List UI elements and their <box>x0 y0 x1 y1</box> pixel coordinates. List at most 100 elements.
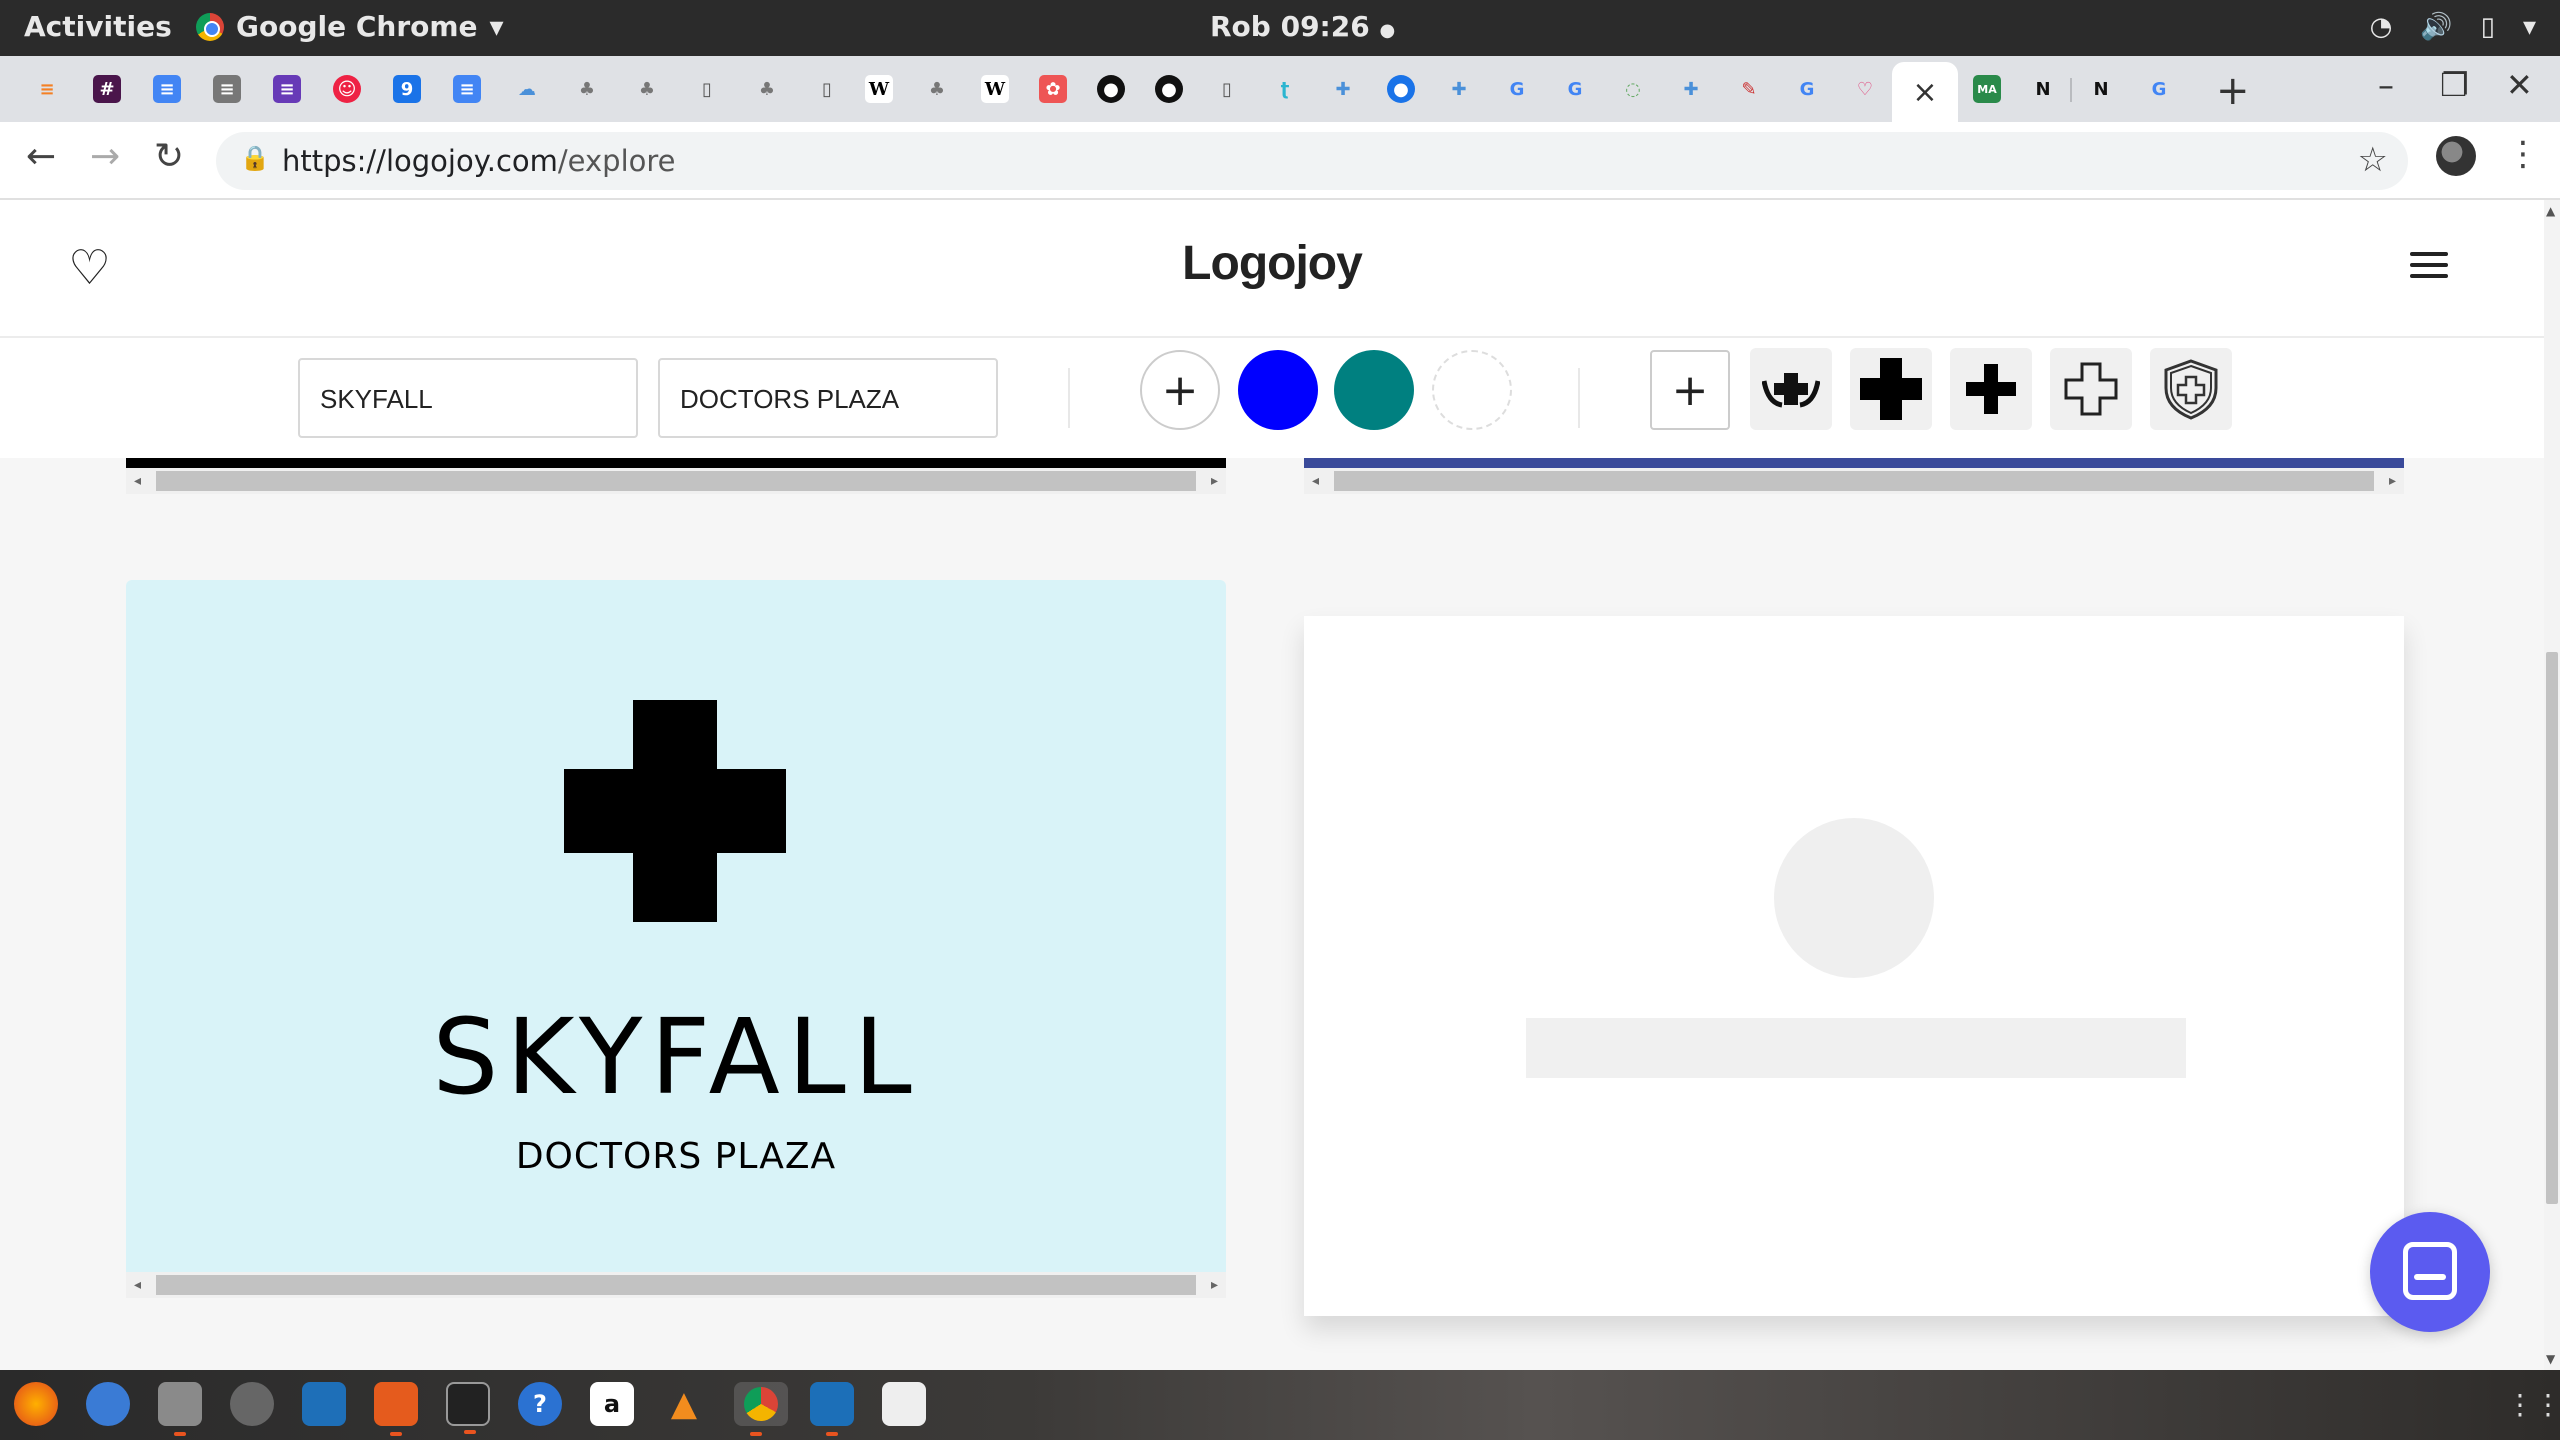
tab-github-1[interactable]: ● <box>1090 68 1132 110</box>
tab-page-1[interactable]: ▯ <box>686 68 728 110</box>
system-tray[interactable]: ◔ 🔊 ▯ ▾ <box>2370 12 2536 42</box>
tab-github-2[interactable]: ● <box>1148 68 1190 110</box>
bookmark-star-icon[interactable]: ☆ <box>2358 140 2388 180</box>
symbol-option-bold-cross[interactable] <box>1850 348 1932 430</box>
app-menu[interactable]: Google Chrome ▾ <box>196 10 504 43</box>
activities-button[interactable]: Activities <box>24 10 172 43</box>
close-tab-icon[interactable]: × <box>1912 75 1937 110</box>
scroll-left-icon[interactable]: ◂ <box>134 468 141 494</box>
tab-notion-2[interactable]: N <box>2080 68 2122 110</box>
card-horizontal-scrollbar[interactable]: ◂ ▸ <box>1304 468 2404 494</box>
close-window-icon[interactable]: ✕ <box>2506 66 2533 104</box>
color-swatch-blue[interactable] <box>1238 350 1318 430</box>
terminal-icon[interactable] <box>446 1382 490 1434</box>
tab-calendar[interactable]: 9 <box>386 68 428 110</box>
thunderbird-icon[interactable] <box>86 1382 130 1426</box>
tab-tplink[interactable]: ʈ <box>1264 68 1306 110</box>
reload-icon[interactable]: ↻ <box>154 136 184 177</box>
tab-openai[interactable]: ✿ <box>1032 68 1074 110</box>
scroll-left-icon[interactable]: ◂ <box>134 1272 141 1298</box>
scroll-right-icon[interactable]: ▸ <box>1211 1272 1218 1298</box>
scroll-left-icon[interactable]: ◂ <box>1312 468 1319 494</box>
tab-stackoverflow[interactable]: ≡ <box>26 68 68 110</box>
slogan-input[interactable]: DOCTORS PLAZA <box>658 358 998 438</box>
text-editor-icon[interactable] <box>882 1382 926 1426</box>
tab-google-1[interactable]: G <box>1496 68 1538 110</box>
tab-google-3[interactable]: G <box>1786 68 1828 110</box>
tab-cross-1[interactable]: ✚ <box>1322 68 1364 110</box>
show-applications-icon[interactable]: ⋮⋮⋮ <box>2506 1388 2560 1421</box>
minimize-icon[interactable]: – <box>2378 66 2394 104</box>
chat-launcher-button[interactable] <box>2370 1212 2490 1332</box>
lock-icon[interactable]: 🔒 <box>240 144 270 172</box>
software-center-icon[interactable] <box>374 1382 418 1436</box>
tab-tree-2[interactable]: ♣ <box>626 68 668 110</box>
tab-google-2[interactable]: G <box>1554 68 1596 110</box>
scrollbar-thumb[interactable] <box>2546 652 2558 1204</box>
chrome-menu-icon[interactable]: ⋮ <box>2506 134 2540 174</box>
tab-docs-1[interactable]: ≡ <box>146 68 188 110</box>
scroll-down-icon[interactable]: ▼ <box>2546 1352 2555 1366</box>
logo-preview-card[interactable]: SKYFALL DOCTORS PLAZA <box>126 580 1226 1272</box>
tab-slack[interactable]: # <box>86 68 128 110</box>
page-vertical-scrollbar[interactable]: ▲ ▼ <box>2544 200 2560 1370</box>
hamburger-menu-icon[interactable] <box>2410 252 2448 285</box>
scrollbar-thumb[interactable] <box>1334 471 2374 491</box>
tab-forms[interactable]: ≡ <box>266 68 308 110</box>
tab-tree-3[interactable]: ♣ <box>746 68 788 110</box>
card-horizontal-scrollbar[interactable]: ◂ ▸ <box>126 1272 1226 1298</box>
color-swatch-teal[interactable] <box>1334 350 1414 430</box>
tab-wikipedia-1[interactable]: W <box>858 68 900 110</box>
add-color-button[interactable]: + <box>1140 350 1220 430</box>
tab-tree-1[interactable]: ♣ <box>566 68 608 110</box>
tab-page-2[interactable]: ▯ <box>806 68 848 110</box>
tab-page-3[interactable]: ▯ <box>1206 68 1248 110</box>
symbol-option-hands-cross[interactable] <box>1750 348 1832 430</box>
chrome-dock-icon[interactable] <box>734 1382 788 1436</box>
tab-signature[interactable]: ✎ <box>1728 68 1770 110</box>
card-horizontal-scrollbar[interactable]: ◂ ▸ <box>126 468 1226 494</box>
tab-notion-1[interactable]: N <box>2022 68 2064 110</box>
firefox-icon[interactable] <box>14 1382 58 1426</box>
maximize-icon[interactable]: ❐ <box>2440 66 2469 104</box>
tab-logojoy-active[interactable]: × <box>1892 62 1958 122</box>
tab-tree-4[interactable]: ♣ <box>916 68 958 110</box>
tab-spinner[interactable]: ◌ <box>1612 68 1654 110</box>
tab-masoko[interactable]: MA <box>1966 68 2008 110</box>
tab-sheets[interactable]: ≡ <box>206 68 248 110</box>
tab-cross-3[interactable]: ✚ <box>1670 68 1712 110</box>
profile-avatar[interactable] <box>2436 136 2476 176</box>
symbol-option-shield-cross[interactable] <box>2150 348 2232 430</box>
amazon-icon[interactable]: a <box>590 1382 634 1426</box>
symbol-option-outline-cross[interactable] <box>2050 348 2132 430</box>
add-symbol-button[interactable]: + <box>1650 350 1730 430</box>
files-icon[interactable] <box>158 1382 202 1436</box>
symbol-option-plus[interactable] <box>1950 348 2032 430</box>
tab-wikipedia-2[interactable]: W <box>974 68 1016 110</box>
vscode-icon[interactable] <box>810 1382 854 1436</box>
scroll-right-icon[interactable]: ▸ <box>2389 468 2396 494</box>
tab-avatar[interactable]: ☺ <box>326 68 368 110</box>
tab-heart[interactable]: ♡ <box>1844 68 1886 110</box>
help-icon[interactable]: ? <box>518 1382 562 1426</box>
tab-cross-2[interactable]: ✚ <box>1438 68 1480 110</box>
scrollbar-thumb[interactable] <box>156 471 1196 491</box>
tab-google-4[interactable]: G <box>2138 68 2180 110</box>
company-name-input[interactable]: SKYFALL <box>298 358 638 438</box>
clock[interactable]: Rob 09:26 ● <box>1210 10 1395 43</box>
site-logo[interactable]: Logojoy <box>0 236 2544 291</box>
writer-icon[interactable] <box>302 1382 346 1426</box>
scroll-up-icon[interactable]: ▲ <box>2546 204 2555 218</box>
tab-cloud[interactable]: ☁ <box>506 68 548 110</box>
color-swatch-white[interactable] <box>1432 350 1512 430</box>
scrollbar-thumb[interactable] <box>156 1275 1196 1295</box>
tab-docs-2[interactable]: ≡ <box>446 68 488 110</box>
rhythmbox-icon[interactable] <box>230 1382 274 1426</box>
back-icon[interactable]: ← <box>26 136 56 177</box>
vlc-icon[interactable]: ▲ <box>662 1382 706 1426</box>
forward-icon[interactable]: → <box>90 136 120 177</box>
address-bar[interactable]: 🔒 https://logojoy.com/explore ☆ <box>216 132 2408 190</box>
tab-account[interactable]: ● <box>1380 68 1422 110</box>
new-tab-button[interactable]: + <box>2216 68 2250 114</box>
scroll-right-icon[interactable]: ▸ <box>1211 468 1218 494</box>
